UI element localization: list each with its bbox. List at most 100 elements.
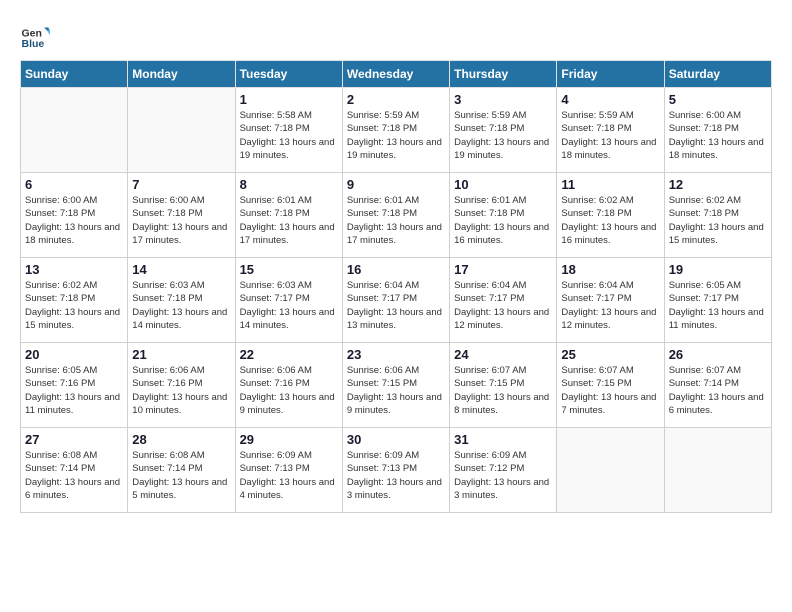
calendar-cell: 28 Sunrise: 6:08 AMSunset: 7:14 PMDayligh… bbox=[128, 428, 235, 513]
day-number: 3 bbox=[454, 92, 552, 107]
page-header: Gen Blue bbox=[20, 20, 772, 50]
calendar-cell: 20 Sunrise: 6:05 AMSunset: 7:16 PMDayligh… bbox=[21, 343, 128, 428]
day-info: Sunrise: 6:01 AMSunset: 7:18 PMDaylight:… bbox=[347, 194, 445, 247]
calendar-cell: 5 Sunrise: 6:00 AMSunset: 7:18 PMDaylight… bbox=[664, 88, 771, 173]
logo-icon: Gen Blue bbox=[20, 20, 50, 50]
day-header-thursday: Thursday bbox=[450, 61, 557, 88]
calendar-cell bbox=[557, 428, 664, 513]
day-info: Sunrise: 6:03 AMSunset: 7:18 PMDaylight:… bbox=[132, 279, 230, 332]
day-header-wednesday: Wednesday bbox=[342, 61, 449, 88]
day-number: 1 bbox=[240, 92, 338, 107]
day-header-sunday: Sunday bbox=[21, 61, 128, 88]
svg-text:Blue: Blue bbox=[22, 38, 45, 50]
day-info: Sunrise: 6:04 AMSunset: 7:17 PMDaylight:… bbox=[561, 279, 659, 332]
day-number: 2 bbox=[347, 92, 445, 107]
calendar-cell bbox=[21, 88, 128, 173]
calendar-cell: 21 Sunrise: 6:06 AMSunset: 7:16 PMDayligh… bbox=[128, 343, 235, 428]
day-number: 11 bbox=[561, 177, 659, 192]
calendar-cell: 7Sunrise: 6:00 AMSunset: 7:18 PMDaylight… bbox=[128, 173, 235, 258]
calendar-cell: 13Sunrise: 6:02 AMSunset: 7:18 PMDayligh… bbox=[21, 258, 128, 343]
day-info: Sunrise: 6:05 AMSunset: 7:17 PMDaylight:… bbox=[669, 279, 767, 332]
day-info: Sunrise: 6:05 AMSunset: 7:16 PMDaylight:… bbox=[25, 364, 123, 417]
day-info: Sunrise: 6:06 AMSunset: 7:16 PMDaylight:… bbox=[240, 364, 338, 417]
day-info: Sunrise: 6:00 AMSunset: 7:18 PMDaylight:… bbox=[132, 194, 230, 247]
calendar-cell: 6Sunrise: 6:00 AMSunset: 7:18 PMDaylight… bbox=[21, 173, 128, 258]
day-number: 27 bbox=[25, 432, 123, 447]
day-info: Sunrise: 6:06 AMSunset: 7:15 PMDaylight:… bbox=[347, 364, 445, 417]
calendar-cell bbox=[128, 88, 235, 173]
calendar-cell: 8 Sunrise: 6:01 AMSunset: 7:18 PMDaylight… bbox=[235, 173, 342, 258]
day-info: Sunrise: 6:00 AMSunset: 7:18 PMDaylight:… bbox=[25, 194, 123, 247]
day-info: Sunrise: 5:58 AMSunset: 7:18 PMDaylight:… bbox=[240, 109, 338, 162]
day-info: Sunrise: 6:02 AMSunset: 7:18 PMDaylight:… bbox=[669, 194, 767, 247]
day-info: Sunrise: 6:08 AMSunset: 7:14 PMDaylight:… bbox=[132, 449, 230, 502]
calendar-cell: 10 Sunrise: 6:01 AMSunset: 7:18 PMDayligh… bbox=[450, 173, 557, 258]
day-info: Sunrise: 6:07 AMSunset: 7:14 PMDaylight:… bbox=[669, 364, 767, 417]
day-number: 19 bbox=[669, 262, 767, 277]
calendar-week-row: 13Sunrise: 6:02 AMSunset: 7:18 PMDayligh… bbox=[21, 258, 772, 343]
calendar-cell: 15 Sunrise: 6:03 AMSunset: 7:17 PMDayligh… bbox=[235, 258, 342, 343]
calendar-week-row: 20 Sunrise: 6:05 AMSunset: 7:16 PMDayligh… bbox=[21, 343, 772, 428]
calendar-cell: 26 Sunrise: 6:07 AMSunset: 7:14 PMDayligh… bbox=[664, 343, 771, 428]
day-info: Sunrise: 6:03 AMSunset: 7:17 PMDaylight:… bbox=[240, 279, 338, 332]
calendar-cell: 2 Sunrise: 5:59 AMSunset: 7:18 PMDaylight… bbox=[342, 88, 449, 173]
day-number: 15 bbox=[240, 262, 338, 277]
day-number: 23 bbox=[347, 347, 445, 362]
day-number: 30 bbox=[347, 432, 445, 447]
day-number: 28 bbox=[132, 432, 230, 447]
day-number: 24 bbox=[454, 347, 552, 362]
day-info: Sunrise: 6:01 AMSunset: 7:18 PMDaylight:… bbox=[454, 194, 552, 247]
day-info: Sunrise: 6:04 AMSunset: 7:17 PMDaylight:… bbox=[347, 279, 445, 332]
day-info: Sunrise: 6:08 AMSunset: 7:14 PMDaylight:… bbox=[25, 449, 123, 502]
calendar-cell: 3 Sunrise: 5:59 AMSunset: 7:18 PMDaylight… bbox=[450, 88, 557, 173]
day-header-monday: Monday bbox=[128, 61, 235, 88]
calendar-cell: 29Sunrise: 6:09 AMSunset: 7:13 PMDayligh… bbox=[235, 428, 342, 513]
day-number: 16 bbox=[347, 262, 445, 277]
day-number: 9 bbox=[347, 177, 445, 192]
day-number: 20 bbox=[25, 347, 123, 362]
day-info: Sunrise: 6:04 AMSunset: 7:17 PMDaylight:… bbox=[454, 279, 552, 332]
calendar-cell: 18 Sunrise: 6:04 AMSunset: 7:17 PMDayligh… bbox=[557, 258, 664, 343]
calendar-cell: 11 Sunrise: 6:02 AMSunset: 7:18 PMDayligh… bbox=[557, 173, 664, 258]
day-number: 10 bbox=[454, 177, 552, 192]
day-number: 14 bbox=[132, 262, 230, 277]
calendar-cell: 31 Sunrise: 6:09 AMSunset: 7:12 PMDayligh… bbox=[450, 428, 557, 513]
calendar-cell: 24Sunrise: 6:07 AMSunset: 7:15 PMDayligh… bbox=[450, 343, 557, 428]
calendar-cell: 27 Sunrise: 6:08 AMSunset: 7:14 PMDayligh… bbox=[21, 428, 128, 513]
calendar-week-row: 27 Sunrise: 6:08 AMSunset: 7:14 PMDayligh… bbox=[21, 428, 772, 513]
logo: Gen Blue bbox=[20, 20, 52, 50]
day-info: Sunrise: 6:00 AMSunset: 7:18 PMDaylight:… bbox=[669, 109, 767, 162]
calendar-cell: 25 Sunrise: 6:07 AMSunset: 7:15 PMDayligh… bbox=[557, 343, 664, 428]
day-number: 31 bbox=[454, 432, 552, 447]
day-info: Sunrise: 5:59 AMSunset: 7:18 PMDaylight:… bbox=[347, 109, 445, 162]
calendar-cell: 16 Sunrise: 6:04 AMSunset: 7:17 PMDayligh… bbox=[342, 258, 449, 343]
calendar-header-row: SundayMondayTuesdayWednesdayThursdayFrid… bbox=[21, 61, 772, 88]
day-number: 8 bbox=[240, 177, 338, 192]
calendar-cell: 23 Sunrise: 6:06 AMSunset: 7:15 PMDayligh… bbox=[342, 343, 449, 428]
day-info: Sunrise: 6:09 AMSunset: 7:12 PMDaylight:… bbox=[454, 449, 552, 502]
day-info: Sunrise: 6:06 AMSunset: 7:16 PMDaylight:… bbox=[132, 364, 230, 417]
day-info: Sunrise: 6:09 AMSunset: 7:13 PMDaylight:… bbox=[347, 449, 445, 502]
day-info: Sunrise: 5:59 AMSunset: 7:18 PMDaylight:… bbox=[561, 109, 659, 162]
day-info: Sunrise: 6:07 AMSunset: 7:15 PMDaylight:… bbox=[561, 364, 659, 417]
day-info: Sunrise: 5:59 AMSunset: 7:18 PMDaylight:… bbox=[454, 109, 552, 162]
calendar-cell: 22Sunrise: 6:06 AMSunset: 7:16 PMDayligh… bbox=[235, 343, 342, 428]
day-number: 26 bbox=[669, 347, 767, 362]
calendar-week-row: 6Sunrise: 6:00 AMSunset: 7:18 PMDaylight… bbox=[21, 173, 772, 258]
day-header-saturday: Saturday bbox=[664, 61, 771, 88]
day-number: 21 bbox=[132, 347, 230, 362]
day-info: Sunrise: 6:09 AMSunset: 7:13 PMDaylight:… bbox=[240, 449, 338, 502]
day-number: 4 bbox=[561, 92, 659, 107]
day-info: Sunrise: 6:02 AMSunset: 7:18 PMDaylight:… bbox=[25, 279, 123, 332]
day-number: 5 bbox=[669, 92, 767, 107]
calendar-cell: 9 Sunrise: 6:01 AMSunset: 7:18 PMDaylight… bbox=[342, 173, 449, 258]
calendar-cell: 4 Sunrise: 5:59 AMSunset: 7:18 PMDaylight… bbox=[557, 88, 664, 173]
day-info: Sunrise: 6:01 AMSunset: 7:18 PMDaylight:… bbox=[240, 194, 338, 247]
calendar-cell: 30 Sunrise: 6:09 AMSunset: 7:13 PMDayligh… bbox=[342, 428, 449, 513]
day-number: 18 bbox=[561, 262, 659, 277]
day-header-tuesday: Tuesday bbox=[235, 61, 342, 88]
day-info: Sunrise: 6:02 AMSunset: 7:18 PMDaylight:… bbox=[561, 194, 659, 247]
day-number: 12 bbox=[669, 177, 767, 192]
day-number: 25 bbox=[561, 347, 659, 362]
calendar-cell: 19 Sunrise: 6:05 AMSunset: 7:17 PMDayligh… bbox=[664, 258, 771, 343]
